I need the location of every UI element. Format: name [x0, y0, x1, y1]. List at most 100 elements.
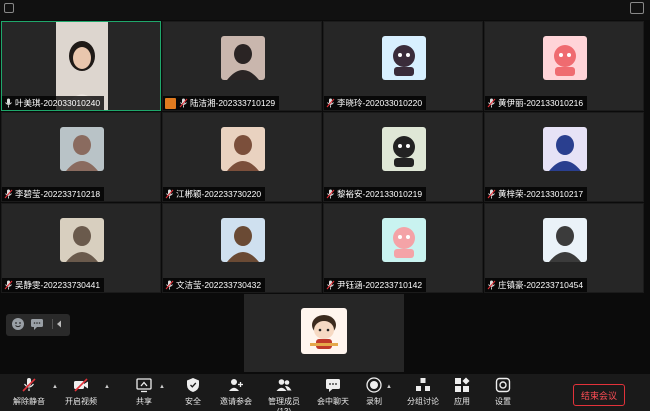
participant-name: 江郴颖-202233730220 [176, 189, 262, 199]
microphone-icon [4, 98, 13, 108]
chat-label: 会中聊天 [317, 397, 349, 406]
start-video-button[interactable]: 开启视频 ▲ [60, 376, 110, 407]
participant-name: 黄梓荣-202133010217 [498, 189, 584, 199]
security-button[interactable]: 安全 [180, 376, 206, 407]
participant-name: 尹钰涵-202233710142 [337, 280, 423, 290]
gear-icon [495, 377, 511, 393]
participant-tile[interactable]: 黄伊丽-202133010216 [484, 21, 644, 111]
participant-avatar [382, 36, 426, 80]
participant-name: 叶美琪-202033010240 [15, 98, 101, 108]
participant-nametag: 黄梓荣-202133010217 [485, 187, 588, 201]
record-button[interactable]: 录制 ▲ [364, 376, 392, 407]
breakout-label: 分组讨论 [407, 397, 439, 406]
share-button[interactable]: 共享 ▲ [131, 376, 165, 407]
participant-tile[interactable]: 李晓玲-202033010220 [323, 21, 483, 111]
microphone-muted-icon [165, 189, 174, 199]
participants-label: 管理成员(13) [268, 397, 300, 411]
participant-name: 李晓玲-202033010220 [337, 98, 423, 108]
invite-label: 邀请参会 [220, 397, 252, 406]
chat-button[interactable]: 会中聊天 [317, 376, 349, 407]
participant-name: 文洁莹-202233730432 [176, 280, 262, 290]
participant-name: 陆洁湘-202333710129 [190, 98, 276, 108]
collapse-arrow-icon[interactable] [52, 317, 66, 331]
microphone-muted-icon [4, 280, 13, 290]
invite-button[interactable]: 邀请参会 [219, 376, 253, 407]
share-caret-icon[interactable]: ▲ [159, 384, 165, 390]
participant-nametag: 黎裕安-202133010219 [324, 187, 427, 201]
participant-tile[interactable]: 李碧莹-202233710218 [1, 112, 161, 202]
apps-button[interactable]: 应用 [452, 376, 472, 407]
participants-button[interactable]: 管理成员(13) [261, 376, 307, 411]
participant-nametag: 李碧莹-202233710218 [2, 187, 105, 201]
host-badge-icon [165, 97, 176, 109]
participant-nametag: 文洁莹-202233730432 [163, 278, 266, 292]
participant-tile[interactable]: 吴静雯-202233730441 [1, 203, 161, 293]
participant-avatar [543, 127, 587, 171]
participant-name: 庄镇豪-202233710454 [498, 280, 584, 290]
participant-tile[interactable]: 黎裕安-202133010219 [323, 112, 483, 202]
participant-nametag: 庄镇豪-202233710454 [485, 278, 588, 292]
window-menu-icon[interactable] [4, 3, 14, 13]
unmute-button[interactable]: 解除静音 ▲ [8, 376, 58, 407]
share-label: 共享 [136, 397, 152, 406]
participant-avatar [382, 127, 426, 171]
participant-tile[interactable]: 尹钰涵-202233710142 [323, 203, 483, 293]
add-person-icon [229, 379, 243, 391]
unmute-caret-icon[interactable]: ▲ [52, 384, 58, 390]
participant-tile[interactable]: 庄镇豪-202233710454 [484, 203, 644, 293]
microphone-muted-icon [179, 98, 188, 108]
participant-avatar [543, 218, 587, 262]
participant-avatar [60, 127, 104, 171]
participant-tile[interactable]: 江郴颖-202233730220 [162, 112, 322, 202]
participant-nametag: 吴静雯-202233730441 [2, 278, 105, 292]
microphone-muted-icon [22, 378, 36, 392]
participant-name: 黎裕安-202133010219 [337, 189, 423, 199]
window-title-bar [0, 0, 650, 20]
participant-tile[interactable]: 叶美琪-202033010240 [1, 21, 161, 111]
layout-toggle-icon[interactable] [630, 2, 644, 14]
people-icon [276, 379, 292, 391]
participant-name: 吴静雯-202233730441 [15, 280, 101, 290]
speaker-avatar [301, 308, 347, 354]
settings-label: 设置 [495, 397, 511, 406]
participant-name: 黄伊丽-202133010216 [498, 98, 584, 108]
breakout-rooms-icon [416, 378, 430, 391]
microphone-muted-icon [487, 280, 496, 290]
participant-name: 李碧莹-202233710218 [15, 189, 101, 199]
record-label: 录制 [366, 397, 382, 406]
breakout-button[interactable]: 分组讨论 [406, 376, 440, 407]
participant-tile[interactable]: 黄梓荣-202133010217 [484, 112, 644, 202]
meeting-toolbar: 解除静音 ▲ 开启视频 ▲ 共享 ▲ 安全 邀请参会 管理成员(13) 会中聊天… [0, 374, 650, 411]
microphone-muted-icon [326, 189, 335, 199]
participant-nametag: 江郴颖-202233730220 [163, 187, 266, 201]
participant-tile[interactable]: 文洁莹-202233730432 [162, 203, 322, 293]
microphone-muted-icon [487, 189, 496, 199]
participant-tile[interactable]: 陆洁湘-202333710129 [162, 21, 322, 111]
microphone-muted-icon [4, 189, 13, 199]
microphone-muted-icon [165, 280, 174, 290]
settings-button[interactable]: 设置 [493, 376, 513, 407]
security-label: 安全 [185, 397, 201, 406]
emoji-icon[interactable] [11, 317, 25, 331]
participant-nametag: 叶美琪-202033010240 [2, 96, 105, 110]
microphone-muted-icon [326, 98, 335, 108]
microphone-muted-icon [326, 280, 335, 290]
reactions-bar [6, 314, 70, 336]
participant-grid: 叶美琪-202033010240 陆洁湘-202333710129 李晓玲-2020… [1, 21, 646, 293]
share-screen-icon [136, 378, 152, 393]
active-speaker-tile[interactable] [244, 294, 404, 372]
participant-avatar [221, 36, 265, 80]
chat-bubble-icon[interactable] [30, 317, 44, 331]
start-video-label: 开启视频 [65, 397, 97, 406]
participant-nametag: 黄伊丽-202133010216 [485, 96, 588, 110]
record-caret-icon[interactable]: ▲ [386, 384, 392, 390]
participant-nametag: 尹钰涵-202233710142 [324, 278, 427, 292]
microphone-muted-icon [487, 98, 496, 108]
camera-off-icon [74, 378, 88, 392]
participant-avatar [221, 127, 265, 171]
end-meeting-button[interactable]: 结束会议 [573, 384, 625, 406]
participant-avatar [221, 218, 265, 262]
record-icon [366, 377, 382, 393]
video-caret-icon[interactable]: ▲ [104, 384, 110, 390]
participant-avatar [382, 218, 426, 262]
